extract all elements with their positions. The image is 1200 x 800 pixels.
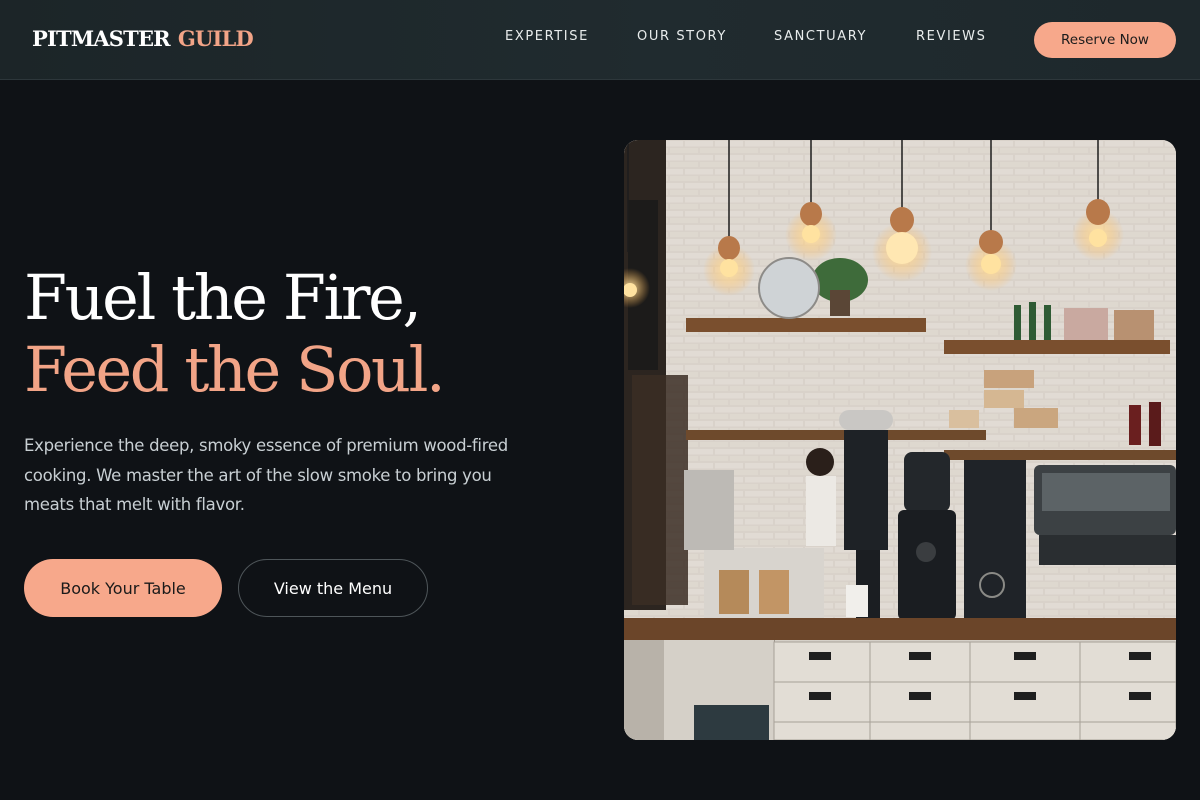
- brand-name-primary: PITMASTER: [32, 26, 171, 51]
- site-header: PITMASTER GUILD EXPERTISE OUR STORY SANCT…: [0, 0, 1200, 80]
- nav-link-sanctuary[interactable]: SANCTUARY: [774, 29, 867, 44]
- book-table-button[interactable]: Book Your Table: [24, 559, 222, 617]
- hero-description: Experience the deep, smoky essence of pr…: [24, 436, 508, 514]
- hero-title-line-2: Feed the Soul.: [24, 333, 446, 406]
- nav-link-reviews[interactable]: REVIEWS: [916, 29, 987, 44]
- hero-title: Fuel the Fire, Feed the Soul.: [24, 261, 446, 406]
- brand-name-accent: GUILD: [177, 26, 254, 51]
- hero-image-cafe-interior: [624, 140, 1176, 740]
- view-menu-button[interactable]: View the Menu: [238, 559, 428, 617]
- hero-title-line-1: Fuel the Fire,: [24, 261, 422, 334]
- brand-logo[interactable]: PITMASTER GUILD: [32, 26, 254, 51]
- nav-link-expertise[interactable]: EXPERTISE: [505, 29, 589, 44]
- reserve-now-button[interactable]: Reserve Now: [1034, 22, 1176, 58]
- nav-link-our-story[interactable]: OUR STORY: [637, 29, 727, 44]
